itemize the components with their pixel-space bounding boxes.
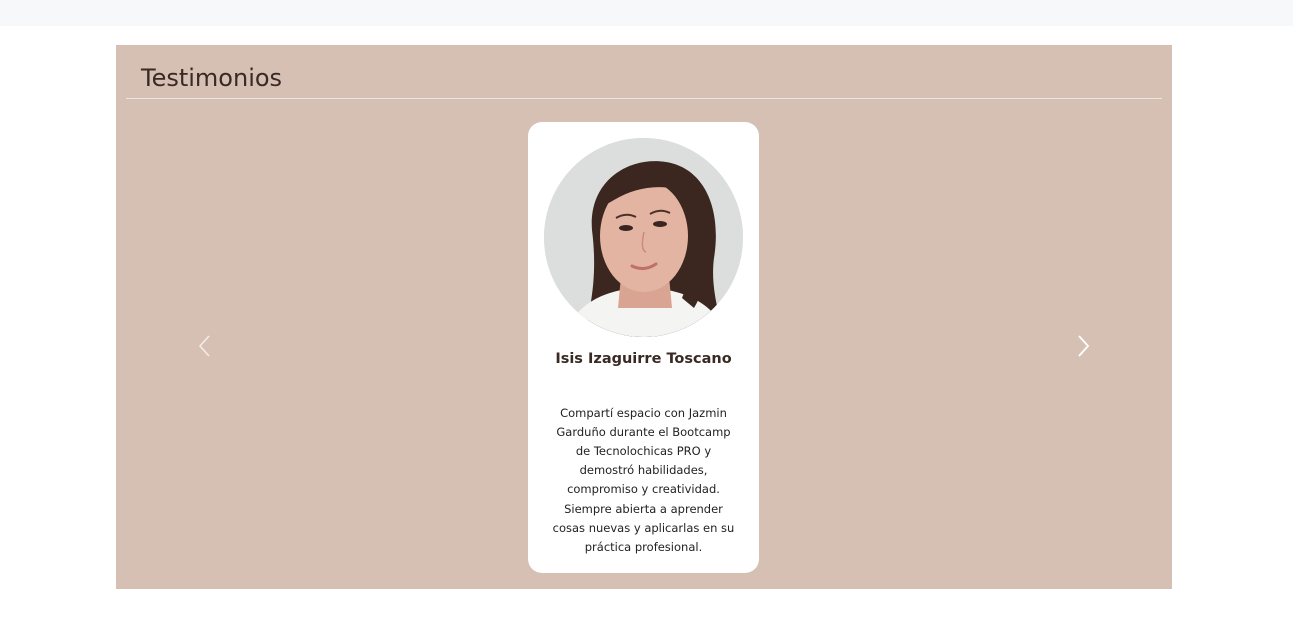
testimonial-card: Isis Izaguirre Toscano Compartí espacio … (528, 122, 759, 573)
carousel-next-button[interactable] (1069, 331, 1099, 361)
chevron-right-icon (1078, 335, 1090, 357)
top-bar (0, 0, 1293, 26)
chevron-left-icon (198, 335, 210, 357)
avatar (544, 138, 743, 337)
section-title: Testimonios (141, 64, 283, 92)
section-divider (126, 98, 1162, 99)
carousel-prev-button[interactable] (189, 331, 219, 361)
testimonial-quote: Compartí espacio con Jazmin Garduño dura… (552, 405, 735, 554)
testimonials-section: Testimonios Isis Izaguirre Toscano Compa… (116, 45, 1172, 589)
testimonial-name: Isis Izaguirre Toscano (555, 351, 732, 367)
